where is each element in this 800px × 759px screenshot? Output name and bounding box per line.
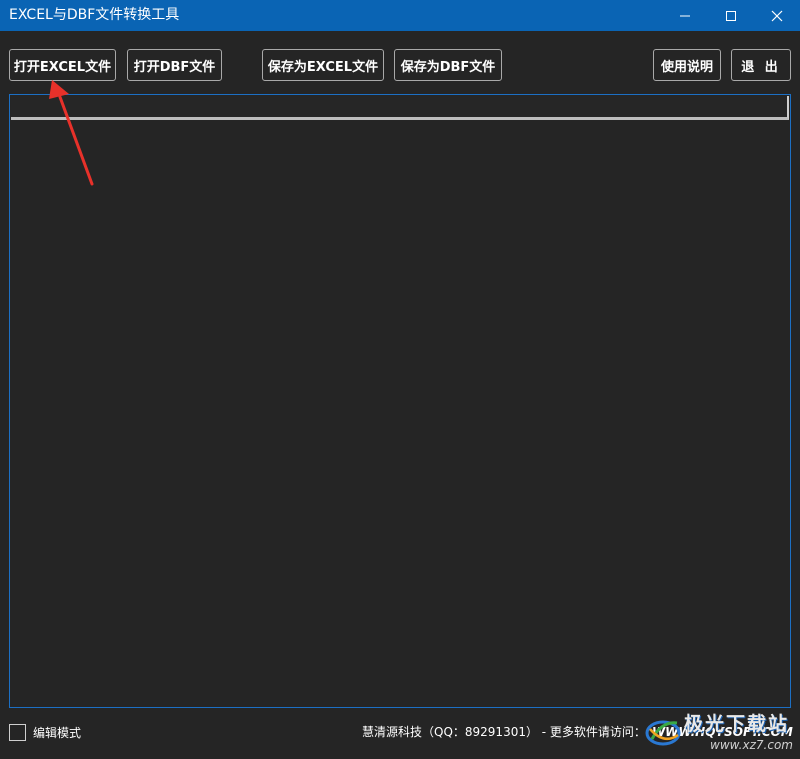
company-text: 慧清源科技（QQ：89291301） - 更多软件请访问： [362,725,646,739]
annotation-arrow-icon [49,80,94,186]
app-window: EXCEL与DBF文件转换工具 打开EXCEL文件 打开DBF文件 保存为EXC… [0,0,800,759]
watermark-domain: www.xz7.com [710,738,793,752]
edit-mode-label: 编辑模式 [33,725,82,740]
edit-mode-toggle[interactable]: 编辑模式 [9,722,81,742]
watermark-logo-icon [645,720,681,746]
watermark: 极光下载站 www.xz7.com [640,705,800,759]
edit-mode-checkbox[interactable] [9,723,26,741]
watermark-text: 极光下载站 [684,713,790,735]
